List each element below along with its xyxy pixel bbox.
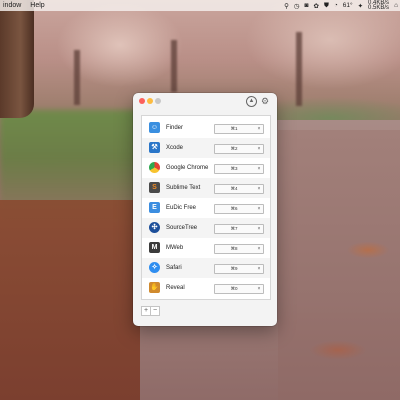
clear-icon[interactable]: × — [256, 245, 262, 253]
zoom-button[interactable] — [155, 98, 161, 104]
lamp-icon[interactable]: ⚲ — [284, 2, 289, 10]
safari-icon: ✧ — [149, 262, 160, 273]
app-name: Reveal — [166, 285, 185, 291]
list-item[interactable]: ⚒ Xcode ⌘2 × — [142, 138, 270, 158]
list-item[interactable]: ✧ Safari ⌘9 × — [142, 258, 270, 278]
clear-icon[interactable]: × — [256, 185, 262, 193]
add-button[interactable]: + — [141, 306, 151, 316]
app-window: ▲ ⚙ ☺ Finder ⌘1 × ⚒ Xcode ⌘2 × Google Ch… — [133, 93, 277, 326]
clear-icon[interactable]: × — [256, 285, 262, 293]
shortcut-field[interactable]: ⌘2 × — [214, 144, 264, 154]
clear-icon[interactable]: × — [256, 205, 262, 213]
app-name: MWeb — [166, 245, 184, 251]
clear-icon[interactable]: × — [256, 165, 262, 173]
shortcut-value: ⌘1 — [230, 126, 238, 131]
minimize-button[interactable] — [147, 98, 153, 104]
network-speed[interactable]: 0.4KB/s 0.5KB/s — [368, 0, 390, 11]
shortcut-value: ⌘6 — [230, 206, 238, 211]
shortcut-field[interactable]: ⌘1 × — [214, 124, 264, 134]
shortcut-value: ⌘4 — [230, 186, 238, 191]
menu-bar: indow Help ⚲ ◷ ◙ ✿ ⛊ ◔ 61° ✦ 0.4KB/s 0.5… — [0, 0, 400, 11]
home-icon[interactable]: ⌂ — [394, 2, 398, 9]
gauge-icon[interactable]: ◔ — [334, 2, 338, 9]
gear-icon[interactable]: ⚙ — [261, 96, 269, 106]
app-name: EuDic Free — [166, 205, 197, 211]
app-name: SourceTree — [166, 225, 198, 231]
app-name: Sublime Text — [166, 185, 201, 191]
shortcut-field[interactable]: ⌘8 × — [214, 244, 264, 254]
list-item[interactable]: M MWeb ⌘8 × — [142, 238, 270, 258]
list-item[interactable]: Google Chrome ⌘3 × — [142, 158, 270, 178]
list-item[interactable]: E EuDic Free ⌘6 × — [142, 198, 270, 218]
flower-icon[interactable]: ✿ — [313, 2, 318, 10]
list-item[interactable]: S Sublime Text ⌘4 × — [142, 178, 270, 198]
menu-help[interactable]: Help — [30, 2, 44, 9]
app-name: Xcode — [166, 145, 184, 151]
shortcut-value: ⌘0 — [230, 286, 238, 291]
clear-icon[interactable]: × — [256, 265, 262, 273]
wallpaper-leaves-right — [278, 130, 400, 400]
finder-icon: ☺ — [149, 122, 160, 133]
shortcut-field[interactable]: ⌘7 × — [214, 224, 264, 234]
shortcut-value: ⌘3 — [230, 166, 238, 171]
shortcut-field[interactable]: ⌘3 × — [214, 164, 264, 174]
list-controls: + − — [141, 306, 160, 316]
app-name: Google Chrome — [166, 165, 209, 171]
temperature-text[interactable]: 61° — [343, 2, 353, 9]
clear-icon[interactable]: × — [256, 125, 262, 133]
shortcut-value: ⌘8 — [230, 246, 238, 251]
sublime-icon: S — [149, 182, 160, 193]
chrome-icon — [149, 162, 160, 173]
wallpaper-post — [296, 32, 302, 106]
app-name: Safari — [166, 265, 182, 271]
wallpaper-post — [74, 50, 80, 105]
shortcut-value: ⌘7 — [230, 226, 238, 231]
xcode-icon: ⚒ — [149, 142, 160, 153]
shortcut-value: ⌘2 — [230, 146, 238, 151]
status-area: ⚲ ◷ ◙ ✿ ⛊ ◔ 61° ✦ 0.4KB/s 0.5KB/s ⌂ — [284, 0, 398, 11]
shield-icon[interactable]: ⛊ — [324, 2, 329, 10]
clear-icon[interactable]: × — [256, 145, 262, 153]
shortcut-field[interactable]: ⌘6 × — [214, 204, 264, 214]
shortcut-field[interactable]: ⌘0 × — [214, 284, 264, 294]
up-arrow-icon[interactable]: ▲ — [246, 96, 257, 107]
close-button[interactable] — [139, 98, 145, 104]
reveal-icon: ✋ — [149, 282, 160, 293]
wallpaper-leaves-left — [0, 200, 140, 400]
title-bar: ▲ ⚙ — [133, 93, 277, 112]
sourcetree-icon: ✣ — [149, 222, 160, 233]
clock-icon[interactable]: ◷ — [294, 2, 300, 10]
remove-button[interactable]: − — [151, 306, 160, 316]
network-down: 0.5KB/s — [368, 4, 390, 11]
mweb-icon: M — [149, 242, 160, 253]
app-name: Finder — [166, 125, 184, 131]
list-item[interactable]: ☺ Finder ⌘1 × — [142, 118, 270, 138]
app-list: ☺ Finder ⌘1 × ⚒ Xcode ⌘2 × Google Chrome… — [141, 115, 271, 300]
wallpaper-post — [171, 40, 177, 92]
list-item[interactable]: ✋ Reveal ⌘0 × — [142, 278, 270, 298]
shortcut-field[interactable]: ⌘9 × — [214, 264, 264, 274]
shortcut-field[interactable]: ⌘4 × — [214, 184, 264, 194]
camera-icon[interactable]: ◙ — [305, 2, 309, 9]
menu-window[interactable]: indow — [3, 2, 21, 9]
clear-icon[interactable]: × — [256, 225, 262, 233]
compass-icon[interactable]: ✦ — [358, 2, 363, 10]
wallpaper-tree — [0, 0, 34, 118]
list-item[interactable]: ✣ SourceTree ⌘7 × — [142, 218, 270, 238]
eudic-icon: E — [149, 202, 160, 213]
shortcut-value: ⌘9 — [230, 266, 238, 271]
